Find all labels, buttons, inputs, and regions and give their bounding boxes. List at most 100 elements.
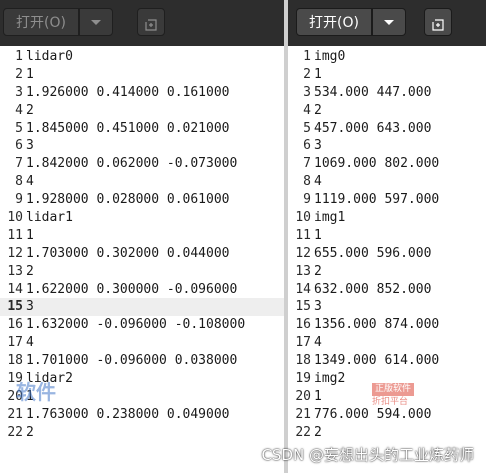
left-text-line[interactable]: 12 1.703000 0.302000 0.044000 bbox=[0, 245, 284, 263]
right-text-line[interactable]: 16 1356.000 874.000 bbox=[288, 316, 486, 334]
left-line-number: 1 bbox=[15, 49, 23, 64]
right-line-number: 12 bbox=[295, 245, 311, 261]
left-text-line[interactable]: 9 1.928000 0.028000 0.061000 bbox=[0, 191, 284, 209]
right-line-text: img1 bbox=[314, 210, 346, 226]
right-line-text: 632.000 852.000 bbox=[314, 281, 432, 297]
right-text-line[interactable]: 17 4 bbox=[288, 334, 486, 352]
left-line-text: 1.703000 0.302000 0.044000 bbox=[26, 245, 230, 261]
left-line-text: 1.763000 0.238000 0.049000 bbox=[26, 406, 230, 422]
left-text-line[interactable]: 1 lidar0 bbox=[0, 48, 284, 66]
left-line-number: 4 bbox=[15, 102, 23, 118]
right-text-line[interactable]: 18 1349.000 614.000 bbox=[288, 352, 486, 370]
left-line-number: 13 bbox=[7, 263, 23, 279]
right-open-dropdown-button[interactable] bbox=[371, 8, 406, 36]
right-text-line[interactable]: 10 img1 bbox=[288, 209, 486, 227]
left-text-line[interactable]: 10 lidar1 bbox=[0, 209, 284, 227]
right-line-text: 2 bbox=[314, 102, 322, 118]
right-text-line[interactable]: 9 1119.000 597.000 bbox=[288, 191, 486, 209]
right-line-number: 8 bbox=[303, 174, 311, 190]
right-line-text: 1119.000 597.000 bbox=[314, 192, 440, 208]
left-text-editor[interactable]: 1 lidar0 2 1 3 1.926000 0.414000 0.161000 4 2 5 1… bbox=[0, 46, 284, 473]
left-line-number: 10 bbox=[7, 210, 23, 226]
watermark-badge-bottom: 折扣平台 bbox=[372, 397, 409, 407]
left-text-line[interactable]: 13 2 bbox=[0, 263, 284, 281]
left-text-line[interactable]: 22 2 bbox=[0, 424, 284, 442]
left-line-number: 7 bbox=[15, 156, 23, 172]
right-text-line[interactable]: 1 img0 bbox=[288, 48, 486, 66]
left-line-number: 2 bbox=[15, 66, 23, 82]
right-text-line[interactable]: 5 457.000 643.000 bbox=[288, 120, 486, 138]
left-text-line[interactable]: 14 1.622000 0.300000 -0.096000 bbox=[0, 281, 284, 299]
left-text-line[interactable]: 7 1.842000 0.062000 -0.073000 bbox=[0, 155, 284, 173]
right-line-text: 1 bbox=[314, 227, 322, 243]
left-line-text: 4 bbox=[26, 335, 34, 351]
left-line-text: lidar0 bbox=[26, 49, 73, 64]
left-text-line[interactable]: 11 1 bbox=[0, 227, 284, 245]
right-line-number: 9 bbox=[303, 192, 311, 208]
left-text-line[interactable]: 3 1.926000 0.414000 0.161000 bbox=[0, 84, 284, 102]
right-line-number: 10 bbox=[295, 210, 311, 226]
left-open-button-group: 打开(O) bbox=[3, 8, 113, 36]
right-text-line[interactable]: 11 1 bbox=[288, 227, 486, 245]
left-line-text: 1.842000 0.062000 -0.073000 bbox=[26, 156, 238, 172]
right-text-line[interactable]: 22 2 bbox=[288, 424, 486, 442]
right-line-text: 3 bbox=[314, 138, 322, 154]
left-text-line[interactable]: 42 bbox=[0, 102, 284, 120]
right-text-line[interactable]: 42 bbox=[288, 102, 486, 120]
left-line-number: 9 bbox=[15, 192, 23, 208]
left-line-number: 21 bbox=[7, 406, 23, 422]
left-line-number: 18 bbox=[7, 353, 23, 369]
left-text-line[interactable]: 18 1.701000 -0.096000 0.038000 bbox=[0, 352, 284, 370]
right-line-number: 18 bbox=[295, 353, 311, 369]
left-line-text: lidar1 bbox=[26, 210, 73, 226]
right-text-line[interactable]: 12 655.000 596.000 bbox=[288, 245, 486, 263]
right-text-line[interactable]: 84 bbox=[288, 173, 486, 191]
right-text-line[interactable]: 13 2 bbox=[288, 263, 486, 281]
right-text-line[interactable]: 63 bbox=[288, 137, 486, 155]
right-line-number: 19 bbox=[295, 371, 311, 387]
left-text-line[interactable]: 21 bbox=[0, 66, 284, 84]
right-line-text: 534.000 447.000 bbox=[314, 84, 432, 100]
right-header-bar: 打开(O) bbox=[288, 0, 486, 46]
left-editor-window: 打开(O) 1 lidar0 2 1 3 1.926000 0.414000 0.1610… bbox=[0, 0, 284, 473]
left-text-line[interactable]: 5 1.845000 0.451000 0.021000 bbox=[0, 120, 284, 138]
right-text-line[interactable]: 15 3 bbox=[288, 298, 486, 316]
right-text-line[interactable]: 21 bbox=[288, 66, 486, 84]
right-line-text: img2 bbox=[314, 371, 346, 387]
right-line-number: 3 bbox=[303, 84, 311, 100]
left-text-line[interactable]: 17 4 bbox=[0, 334, 284, 352]
left-text-line[interactable]: 84 bbox=[0, 173, 284, 191]
right-new-document-button[interactable] bbox=[424, 8, 452, 36]
right-line-number: 7 bbox=[303, 156, 311, 172]
left-line-number: 14 bbox=[7, 281, 23, 297]
right-line-number: 4 bbox=[303, 102, 311, 118]
right-line-text: 655.000 596.000 bbox=[314, 245, 432, 261]
right-line-text: 2 bbox=[314, 424, 322, 440]
right-line-number: 6 bbox=[303, 138, 311, 154]
right-text-line[interactable]: 7 1069.000 802.000 bbox=[288, 155, 486, 173]
left-line-text: 1.928000 0.028000 0.061000 bbox=[26, 192, 230, 208]
right-text-line[interactable]: 14 632.000 852.000 bbox=[288, 281, 486, 299]
right-line-text: 1 bbox=[314, 66, 322, 82]
right-line-text: 1356.000 874.000 bbox=[314, 317, 440, 333]
left-open-button[interactable]: 打开(O) bbox=[3, 8, 79, 36]
left-text-line[interactable]: 15 3 bbox=[0, 298, 284, 317]
left-line-text: 1.632000 -0.096000 -0.108000 bbox=[26, 317, 246, 333]
left-open-dropdown-button[interactable] bbox=[78, 8, 113, 36]
left-text-line[interactable]: 63 bbox=[0, 137, 284, 155]
right-line-number: 2 bbox=[303, 66, 311, 82]
left-line-number: 8 bbox=[15, 174, 23, 190]
right-editor-window: 打开(O) 1 img0 2 1 3 534.000 447.000 4 2 5 457.000 … bbox=[288, 0, 486, 473]
right-line-text: img0 bbox=[314, 49, 346, 64]
right-open-button-group[interactable]: 打开(O) bbox=[296, 8, 406, 36]
right-line-number: 16 bbox=[295, 317, 311, 333]
left-line-text: 1.701000 -0.096000 0.038000 bbox=[26, 353, 238, 369]
left-text-line[interactable]: 16 1.632000 -0.096000 -0.108000 bbox=[0, 316, 284, 334]
left-text-line[interactable]: 21 1.763000 0.238000 0.049000 bbox=[0, 406, 284, 424]
right-line-text: 4 bbox=[314, 335, 322, 351]
left-new-document-button[interactable] bbox=[137, 8, 165, 36]
right-text-line[interactable]: 3 534.000 447.000 bbox=[288, 84, 486, 102]
right-line-text: 1069.000 802.000 bbox=[314, 156, 440, 172]
left-line-number: 22 bbox=[7, 424, 23, 440]
right-open-button[interactable]: 打开(O) bbox=[296, 8, 372, 36]
